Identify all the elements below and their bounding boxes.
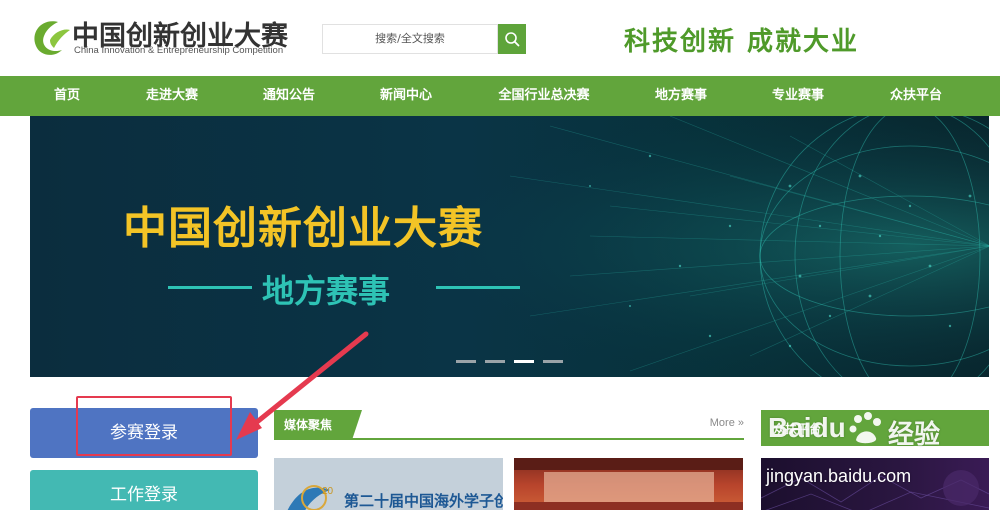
nav-item-national-finals[interactable]: 全国行业总决赛 bbox=[490, 76, 598, 116]
main-nav: 首页 走进大赛 通知公告 新闻中心 全国行业总决赛 地方赛事 专业赛事 众扶平台 bbox=[0, 76, 1000, 116]
nav-item-support-platform[interactable]: 众扶平台 bbox=[880, 76, 952, 116]
banner-subtitle-line-right bbox=[436, 286, 520, 289]
site-logo[interactable]: 中国创新创业大赛 China Innovation & Entrepreneur… bbox=[28, 12, 308, 62]
watermark-brand: Baidu bbox=[768, 412, 846, 443]
media-thumbnail-1[interactable]: 20 第二十届中国海外学子创业周 bbox=[274, 458, 503, 510]
thumbnail-number: 20 bbox=[322, 486, 334, 497]
nav-item-notices[interactable]: 通知公告 bbox=[253, 76, 325, 116]
watermark-product: 经验 bbox=[888, 420, 941, 450]
baidu-jingyan-watermark: Baidu 经验 jingyan.baidu.com bbox=[760, 402, 1000, 492]
media-section-header: 媒体聚焦 More » bbox=[274, 410, 744, 440]
media-thumbnail-2[interactable] bbox=[514, 458, 743, 510]
annotation-highlight-box bbox=[76, 396, 232, 456]
banner-title: 中国创新创业大赛 bbox=[123, 203, 483, 254]
staff-login-button[interactable]: 工作登录 bbox=[30, 470, 258, 510]
site-header: 中国创新创业大赛 China Innovation & Entrepreneur… bbox=[0, 0, 1000, 76]
nav-item-about[interactable]: 走进大赛 bbox=[136, 76, 208, 116]
nav-item-professional-events[interactable]: 专业赛事 bbox=[762, 76, 834, 116]
carousel-indicators bbox=[456, 360, 566, 364]
paw-icon bbox=[849, 412, 881, 444]
hero-banner[interactable]: 中国创新创业大赛 地方赛事 bbox=[30, 116, 989, 377]
media-tab[interactable]: 媒体聚焦 bbox=[274, 410, 352, 440]
banner-subtitle-line-left bbox=[168, 286, 252, 289]
slogan: 科技创新 成就大业 bbox=[624, 27, 860, 57]
more-link[interactable]: More » bbox=[710, 417, 744, 429]
watermark-url: jingyan.baidu.com bbox=[766, 466, 912, 486]
thumbnail-headline: 第二十届中国海外学子创业周 bbox=[344, 492, 503, 510]
carousel-dot-3-active[interactable] bbox=[514, 360, 534, 363]
nav-item-news[interactable]: 新闻中心 bbox=[370, 76, 442, 116]
search-input[interactable]: 搜索/全文搜索 bbox=[322, 24, 498, 54]
nav-item-home[interactable]: 首页 bbox=[40, 76, 94, 116]
search-box: 搜索/全文搜索 bbox=[322, 24, 526, 54]
carousel-dot-4[interactable] bbox=[543, 360, 563, 363]
logo-mark-icon bbox=[34, 21, 70, 55]
search-button[interactable] bbox=[498, 24, 526, 54]
logo-english-name: China Innovation & Entrepreneurship Comp… bbox=[74, 45, 284, 56]
nav-item-local-events[interactable]: 地方赛事 bbox=[645, 76, 717, 116]
banner-subtitle: 地方赛事 bbox=[262, 272, 391, 310]
page: 中国创新创业大赛 China Innovation & Entrepreneur… bbox=[0, 0, 1000, 510]
thumbnail-stage-graphic bbox=[514, 458, 743, 510]
media-tab-tip bbox=[352, 410, 362, 440]
carousel-dot-2[interactable] bbox=[485, 360, 505, 363]
search-icon bbox=[505, 32, 520, 47]
carousel-dot-1[interactable] bbox=[456, 360, 476, 363]
